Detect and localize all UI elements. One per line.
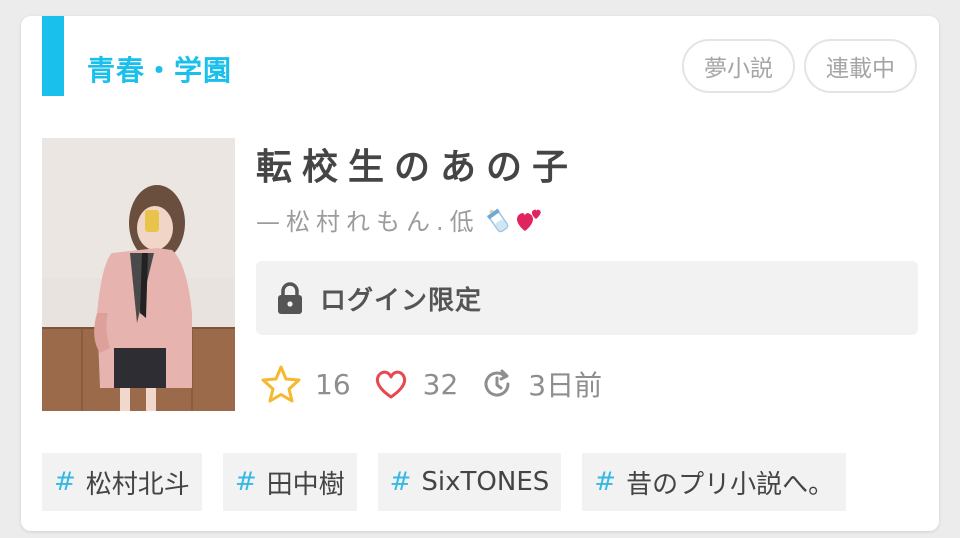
heart-stat[interactable]: 32 — [373, 367, 459, 401]
tag-label: 昔のプリ小説へ。 — [626, 469, 835, 500]
tag-label: 松村北斗 — [85, 469, 190, 500]
hash-icon: # — [54, 467, 76, 497]
history-icon — [484, 369, 510, 397]
updated-stat: 3日前 — [480, 364, 602, 404]
stats-row: 16 32 3日前 — [261, 364, 624, 404]
story-card[interactable]: 青春・学園 夢小説 連載中 転校生のあの子 —松村れもん.低 ログイン限定 16… — [21, 16, 939, 531]
hash-icon: # — [594, 467, 617, 497]
genre-label[interactable]: 青春・学園 — [87, 49, 232, 89]
updated-time: 3日前 — [528, 369, 603, 402]
tag-label: SixTONES — [421, 467, 550, 497]
badge-serializing: 連載中 — [804, 39, 917, 93]
story-title[interactable]: 転校生のあの子 — [256, 138, 578, 190]
star-count: 16 — [315, 367, 351, 401]
tag-item[interactable]: # 田中樹 — [222, 453, 357, 511]
login-required-label: ログイン限定 — [320, 285, 483, 316]
tag-item[interactable]: # SixTONES — [377, 453, 562, 511]
tag-item[interactable]: # 昔のプリ小説へ。 — [582, 453, 847, 511]
lock-icon — [276, 281, 304, 315]
badge-group: 夢小説 連載中 — [682, 39, 917, 93]
tag-item[interactable]: # 松村北斗 — [42, 453, 202, 511]
cover-image[interactable] — [42, 138, 235, 411]
author-name: —松村れもん.低 — [256, 208, 480, 236]
hash-icon: # — [389, 467, 412, 497]
badge-dream-novel: 夢小説 — [682, 39, 795, 93]
star-stat[interactable]: 16 — [261, 365, 351, 403]
heart-icon — [375, 370, 406, 399]
baby-bottle-icon — [486, 208, 509, 232]
heart-count: 32 — [422, 367, 459, 401]
tag-label: 田中樹 — [266, 469, 345, 500]
two-hearts-icon — [516, 209, 541, 231]
genre-accent-bar — [42, 16, 64, 96]
star-icon — [261, 365, 301, 403]
author-line[interactable]: —松村れもん.低 — [256, 202, 544, 237]
login-required-box[interactable]: ログイン限定 — [256, 261, 918, 335]
tag-list: # 松村北斗 # 田中樹 # SixTONES # 昔のプリ小説へ。 — [42, 453, 847, 511]
hash-icon: # — [234, 467, 257, 497]
